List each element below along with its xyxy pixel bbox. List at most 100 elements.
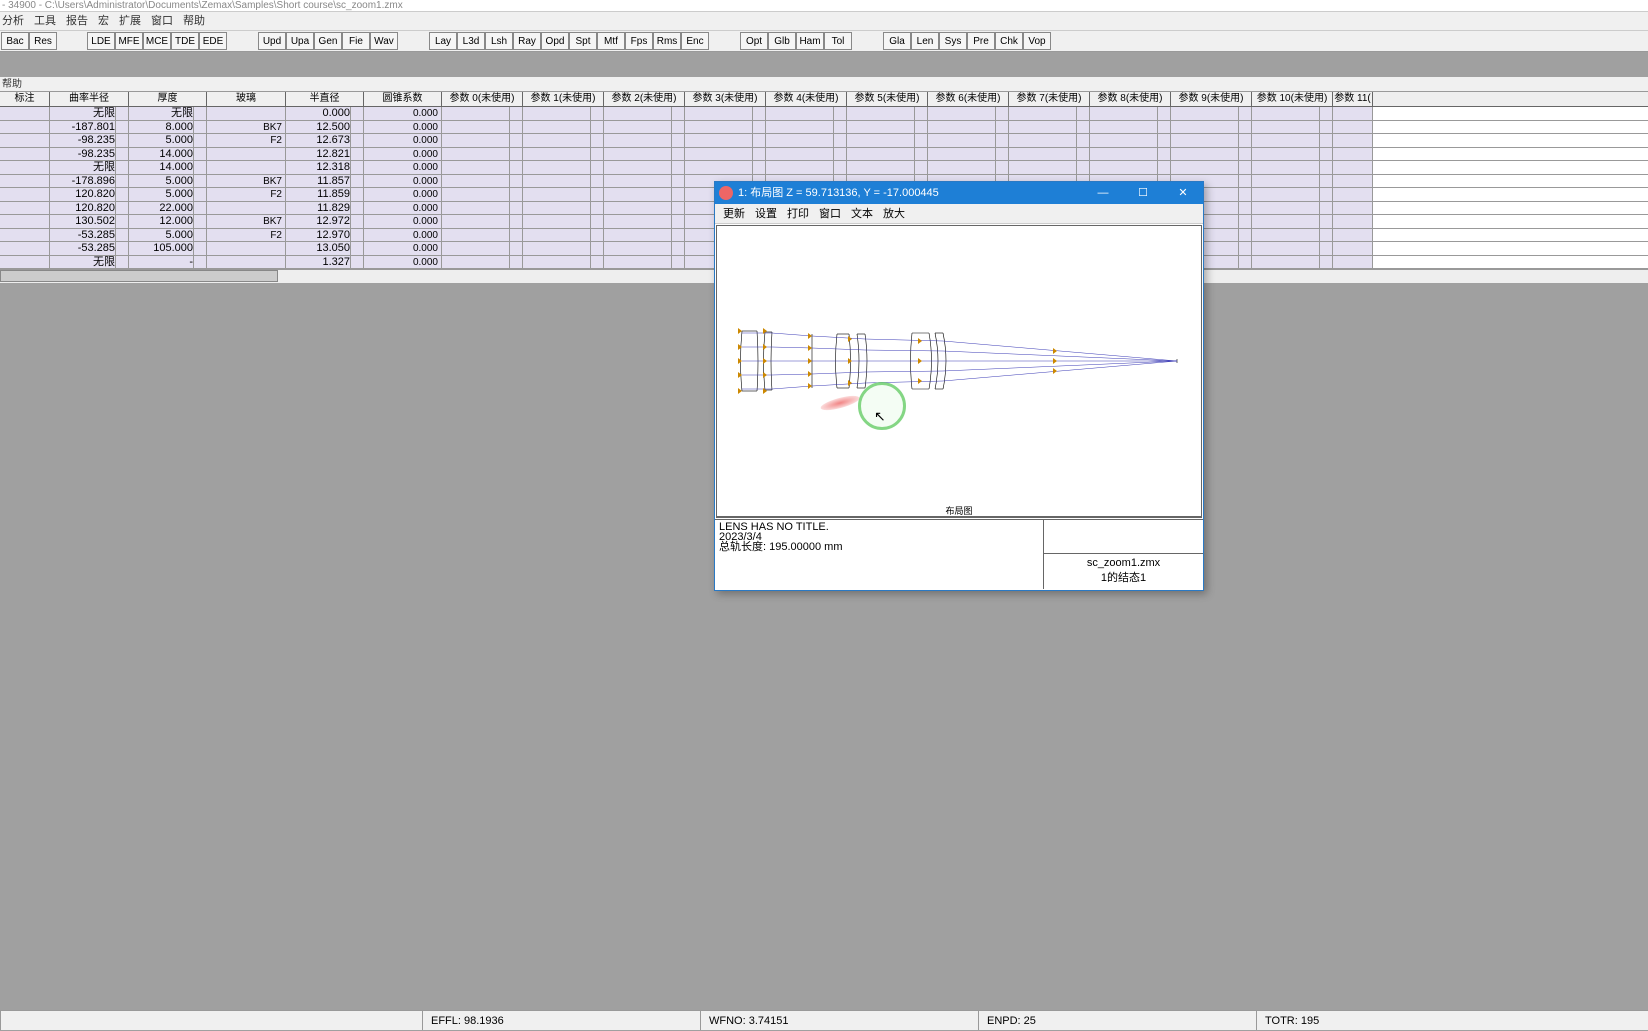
menu-tools[interactable]: 工具 xyxy=(34,12,56,30)
cell-param[interactable] xyxy=(442,175,523,188)
cell-param[interactable] xyxy=(1252,215,1333,228)
tb-enc[interactable]: Enc xyxy=(681,32,709,50)
tb-sys[interactable]: Sys xyxy=(939,32,967,50)
cell-param[interactable] xyxy=(523,134,604,147)
col-semidia[interactable]: 半直径 xyxy=(286,92,364,106)
cell-param[interactable] xyxy=(442,148,523,161)
cell-param[interactable] xyxy=(604,134,685,147)
cell-sd[interactable]: 12.821 xyxy=(286,148,364,161)
cell-thick[interactable]: 14.000 xyxy=(129,148,207,161)
cell-param[interactable] xyxy=(928,148,1009,161)
cell[interactable] xyxy=(0,121,50,134)
cell[interactable] xyxy=(0,229,50,242)
cell-radius[interactable]: -187.801 xyxy=(50,121,129,134)
col-glass[interactable]: 玻璃 xyxy=(207,92,286,106)
close-button[interactable]: ✕ xyxy=(1163,182,1203,204)
cell[interactable] xyxy=(207,256,286,269)
cell[interactable]: 0.000 xyxy=(364,107,442,120)
cell-radius[interactable]: 120.820 xyxy=(50,202,129,215)
tb-len[interactable]: Len xyxy=(911,32,939,50)
cell-param[interactable] xyxy=(1252,188,1333,201)
cell-param[interactable] xyxy=(847,134,928,147)
cell[interactable] xyxy=(207,107,286,120)
cell-param[interactable] xyxy=(1252,256,1333,269)
maximize-button[interactable]: ☐ xyxy=(1123,182,1163,204)
cell-param[interactable] xyxy=(604,121,685,134)
cell-param[interactable] xyxy=(442,242,523,255)
cell-sd[interactable]: 11.857 xyxy=(286,175,364,188)
tb-wav[interactable]: Wav xyxy=(370,32,398,50)
col-p1[interactable]: 参数 1(未使用) xyxy=(523,92,604,106)
cell[interactable]: BK7 xyxy=(207,215,286,228)
col-p4[interactable]: 参数 4(未使用) xyxy=(766,92,847,106)
cell-param[interactable] xyxy=(1252,229,1333,242)
tb-rms[interactable]: Rms xyxy=(653,32,681,50)
cell[interactable]: 0.000 xyxy=(364,215,442,228)
cell-param[interactable] xyxy=(928,161,1009,174)
cell-param[interactable] xyxy=(1171,107,1252,120)
cell-sd[interactable]: 12.970 xyxy=(286,229,364,242)
cell-param[interactable] xyxy=(1090,161,1171,174)
cell-param[interactable] xyxy=(1009,148,1090,161)
tb-gla[interactable]: Gla xyxy=(883,32,911,50)
cell[interactable] xyxy=(207,148,286,161)
cell-sd[interactable]: 12.500 xyxy=(286,121,364,134)
cell-sd[interactable]: 11.829 xyxy=(286,202,364,215)
tb-vop[interactable]: Vop xyxy=(1023,32,1051,50)
cell-param[interactable] xyxy=(604,242,685,255)
cell-thick[interactable]: 105.000 xyxy=(129,242,207,255)
tb-res[interactable]: Res xyxy=(29,32,57,50)
cell-param[interactable] xyxy=(523,188,604,201)
cell-param[interactable] xyxy=(604,188,685,201)
cell-sd[interactable]: 12.972 xyxy=(286,215,364,228)
cell-param[interactable] xyxy=(847,148,928,161)
tb-lay[interactable]: Lay xyxy=(429,32,457,50)
cell-param[interactable] xyxy=(523,202,604,215)
cell[interactable]: BK7 xyxy=(207,121,286,134)
col-p9[interactable]: 参数 9(未使用) xyxy=(1171,92,1252,106)
cell-param[interactable] xyxy=(685,161,766,174)
cell-radius[interactable]: 120.820 xyxy=(50,188,129,201)
cell-param[interactable] xyxy=(442,134,523,147)
cell-param[interactable] xyxy=(442,107,523,120)
col-p6[interactable]: 参数 6(未使用) xyxy=(928,92,1009,106)
cell[interactable] xyxy=(0,188,50,201)
cell-param[interactable] xyxy=(442,121,523,134)
cell[interactable] xyxy=(0,107,50,120)
tb-glb[interactable]: Glb xyxy=(768,32,796,50)
tb-mce[interactable]: MCE xyxy=(143,32,171,50)
cell[interactable]: 0.000 xyxy=(364,256,442,269)
cell-param[interactable] xyxy=(1090,107,1171,120)
tb-tde[interactable]: TDE xyxy=(171,32,199,50)
cell-param[interactable] xyxy=(847,121,928,134)
cell-radius[interactable]: -98.235 xyxy=(50,148,129,161)
cell-param[interactable] xyxy=(442,229,523,242)
cell-param[interactable] xyxy=(928,134,1009,147)
cell-radius[interactable]: 无限 xyxy=(50,256,129,269)
tb-ede[interactable]: EDE xyxy=(199,32,227,50)
cell-param[interactable] xyxy=(523,256,604,269)
cell[interactable] xyxy=(207,242,286,255)
tb-mfe[interactable]: MFE xyxy=(115,32,143,50)
cell[interactable]: F2 xyxy=(207,229,286,242)
cell[interactable] xyxy=(0,242,50,255)
cell-param[interactable] xyxy=(1252,175,1333,188)
cell-param[interactable] xyxy=(523,121,604,134)
menu-macro[interactable]: 宏 xyxy=(98,12,109,30)
cell-param[interactable] xyxy=(1252,148,1333,161)
cell-param[interactable] xyxy=(523,107,604,120)
cell-param[interactable] xyxy=(766,121,847,134)
cell-thick[interactable]: 5.000 xyxy=(129,134,207,147)
tb-spt[interactable]: Spt xyxy=(569,32,597,50)
layout-canvas[interactable]: 布局图 xyxy=(716,225,1202,518)
tb-fie[interactable]: Fie xyxy=(342,32,370,50)
cell[interactable]: F2 xyxy=(207,134,286,147)
tb-mtf[interactable]: Mtf xyxy=(597,32,625,50)
cell-param[interactable] xyxy=(766,148,847,161)
cell-param[interactable] xyxy=(1009,121,1090,134)
cell-param[interactable] xyxy=(604,256,685,269)
cell-param[interactable] xyxy=(1090,134,1171,147)
cell[interactable] xyxy=(0,202,50,215)
cell[interactable] xyxy=(207,161,286,174)
col-radius[interactable]: 曲率半径 xyxy=(50,92,129,106)
